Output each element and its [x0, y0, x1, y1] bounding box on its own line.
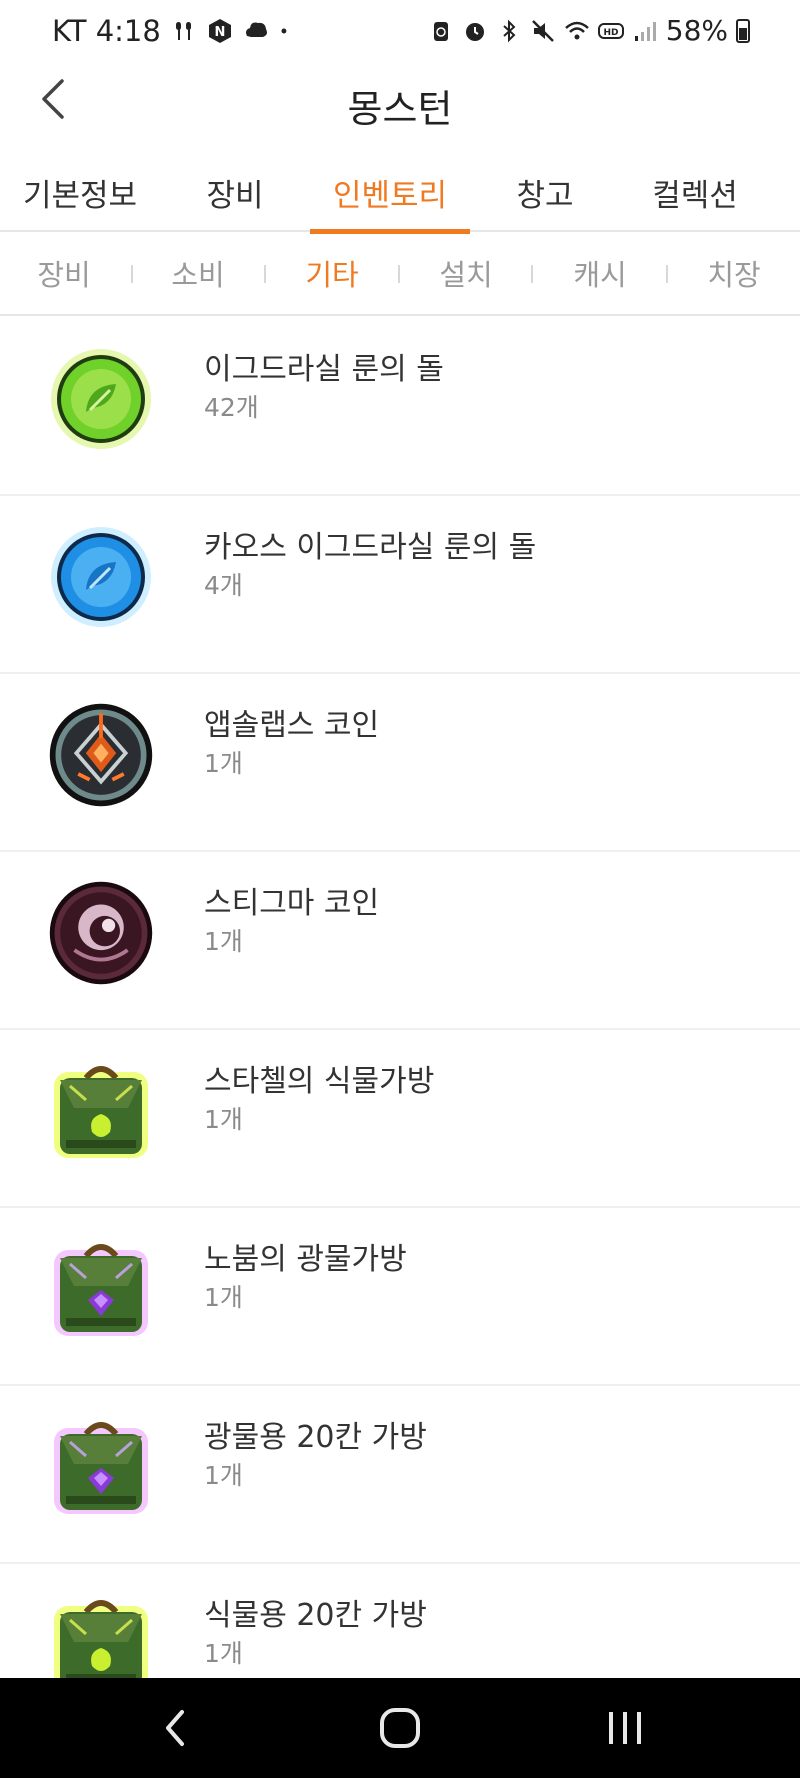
subtab-cash[interactable]: 캐시 — [550, 232, 650, 314]
wifi-icon — [564, 21, 589, 39]
herb-bag-20-icon — [46, 1590, 156, 1678]
item-count: 1개 — [204, 1283, 243, 1312]
subtab-divider — [131, 265, 133, 283]
list-item[interactable]: 광물용 20칸 가방 1개 — [0, 1386, 800, 1564]
status-right: HD 58% — [428, 14, 750, 47]
cloud-icon — [245, 22, 267, 37]
herb-bag-icon — [46, 1056, 156, 1166]
item-count: 1개 — [204, 927, 243, 956]
subtab-divider — [398, 265, 400, 283]
blue-rune-stone-icon — [46, 522, 156, 632]
svg-text:N: N — [214, 25, 225, 40]
subtab-etc[interactable]: 기타 — [282, 232, 382, 314]
item-name: 광물용 20칸 가방 — [204, 1420, 427, 1455]
item-list: 이그드라실 룬의 돌 42개 카오스 이그드라실 룬의 돌 4개 앱솔랩스 코인… — [0, 318, 800, 1678]
status-bar: KT 4:18 N HD 58% — [0, 0, 800, 64]
item-name: 스티그마 코인 — [204, 886, 380, 921]
signal-icon — [634, 21, 656, 41]
main-tabs: 기본정보 장비 인벤토리 창고 컬렉션 — [0, 152, 800, 234]
subtab-equipment[interactable]: 장비 — [14, 232, 114, 314]
list-item[interactable]: 카오스 이그드라실 룬의 돌 4개 — [0, 496, 800, 674]
battery-percent: 58% — [665, 14, 728, 47]
list-item[interactable]: 스티그마 코인 1개 — [0, 852, 800, 1030]
subtab-divider — [264, 265, 266, 283]
stigma-coin-icon — [46, 878, 156, 988]
tab-equipment[interactable]: 장비 — [175, 152, 295, 232]
subtab-divider — [666, 265, 668, 283]
list-item[interactable]: 앱솔랩스 코인 1개 — [0, 674, 800, 852]
subtab-consumable[interactable]: 소비 — [148, 232, 248, 314]
mineral-bag-20-icon — [46, 1412, 156, 1522]
tab-inventory[interactable]: 인벤토리 — [310, 152, 470, 234]
list-item[interactable]: 이그드라실 룬의 돌 42개 — [0, 318, 800, 496]
recent-apps-button[interactable] — [585, 1698, 665, 1758]
mineral-bag-icon — [46, 1234, 156, 1344]
item-name: 노붐의 광물가방 — [204, 1242, 407, 1277]
battery-icon — [736, 18, 750, 43]
item-name: 카오스 이그드라실 룬의 돌 — [204, 530, 537, 565]
item-name: 이그드라실 룬의 돌 — [204, 352, 444, 387]
item-name: 스타첼의 식물가방 — [204, 1064, 435, 1099]
hd-icon: HD — [597, 22, 624, 39]
recycle-icon — [433, 21, 448, 41]
svg-text:HD: HD — [603, 28, 618, 38]
mute-icon — [531, 19, 554, 42]
tab-storage[interactable]: 창고 — [490, 152, 600, 232]
nav-back-button[interactable] — [135, 1698, 215, 1758]
item-name: 식물용 20칸 가방 — [204, 1598, 427, 1633]
earbuds-icon — [175, 22, 191, 40]
item-name: 앱솔랩스 코인 — [204, 708, 380, 743]
green-rune-stone-icon — [46, 344, 156, 454]
item-count: 1개 — [204, 749, 243, 778]
item-count: 42개 — [204, 393, 259, 422]
item-count: 1개 — [204, 1461, 243, 1490]
bluetooth-icon — [503, 19, 516, 42]
system-nav-bar — [0, 1678, 800, 1778]
tab-collection[interactable]: 컬렉션 — [625, 152, 765, 232]
alarm-icon — [465, 22, 484, 41]
nav-back-icon — [166, 1710, 184, 1746]
recent-apps-icon — [609, 1712, 641, 1744]
sub-tabs: 장비 소비 기타 설치 캐시 치장 — [0, 232, 800, 316]
subtab-cosmetic[interactable]: 치장 — [684, 232, 784, 314]
list-item[interactable]: 노붐의 광물가방 1개 — [0, 1208, 800, 1386]
item-count: 1개 — [204, 1105, 243, 1134]
status-left: KT 4:18 N — [52, 14, 295, 48]
absolab-coin-icon — [46, 700, 156, 810]
tab-basic-info[interactable]: 기본정보 — [10, 152, 150, 232]
list-item[interactable]: 식물용 20칸 가방 1개 — [0, 1564, 800, 1678]
list-item[interactable]: 스타첼의 식물가방 1개 — [0, 1030, 800, 1208]
subtab-setup[interactable]: 설치 — [416, 232, 516, 314]
page-title: 몽스턴 — [347, 87, 453, 131]
item-count: 1개 — [204, 1639, 243, 1668]
subtab-divider — [531, 265, 533, 283]
home-icon — [380, 1708, 420, 1748]
home-button[interactable] — [360, 1698, 440, 1758]
naver-icon: N — [208, 19, 231, 43]
item-count: 4개 — [204, 571, 243, 600]
dot-icon — [281, 28, 287, 34]
carrier-time: KT 4:18 — [52, 14, 161, 48]
header: 몽스턴 — [0, 64, 800, 139]
